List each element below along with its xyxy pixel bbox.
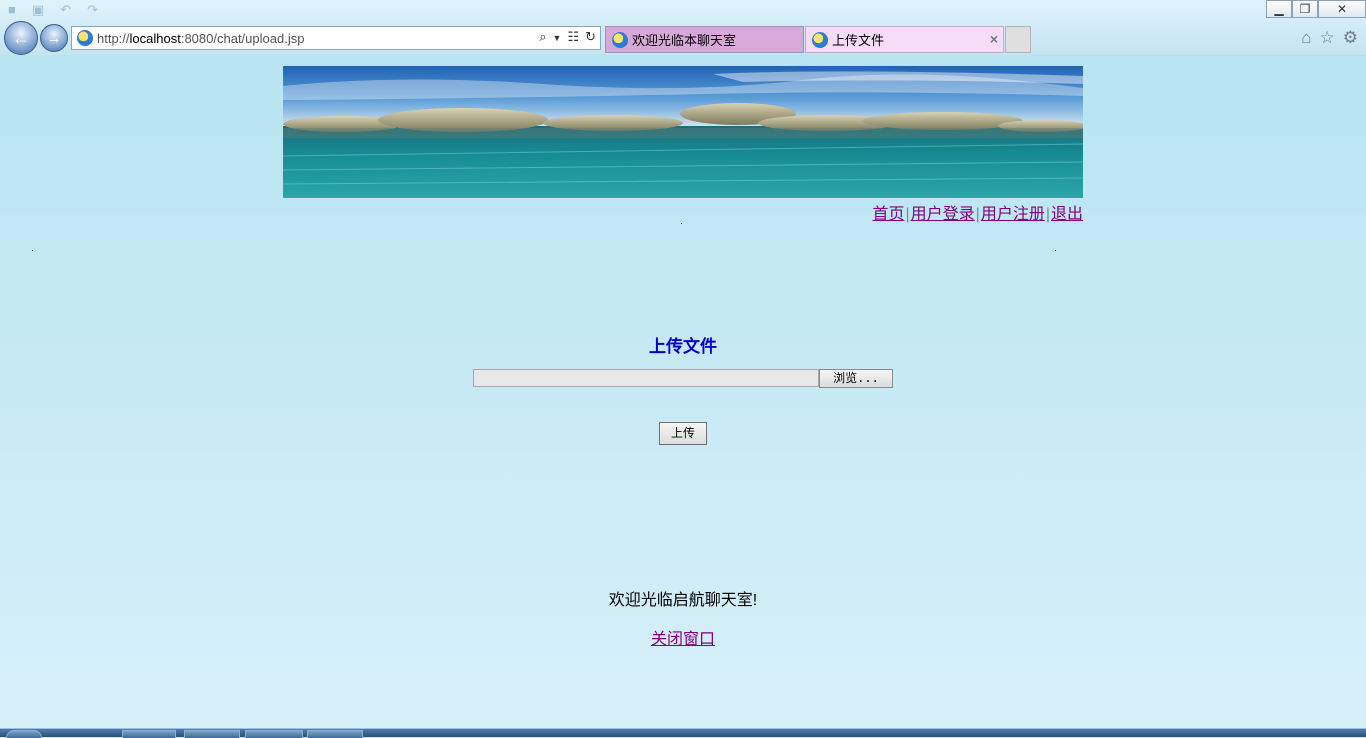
nav-separator: | [1045, 206, 1050, 223]
address-tools: ⌕ ▼ ☷ ↻ [539, 29, 596, 47]
forward-icon: → [46, 29, 62, 47]
nav-separator: | [905, 206, 910, 223]
tab-upload[interactable]: 上传文件 × [805, 26, 1004, 53]
dropdown-chevron-icon[interactable]: ▼ [553, 29, 562, 47]
restore-button[interactable]: ❐ [1292, 0, 1318, 18]
refresh-icon[interactable]: ↻ [585, 29, 596, 47]
address-url[interactable]: http://localhost:8080/chat/upload.jsp [97, 31, 304, 46]
banner-image [283, 66, 1083, 198]
redo-icon[interactable]: ↷ [87, 2, 98, 18]
stray-mark [681, 223, 682, 224]
top-nav: 首页|用户登录|用户注册|退出 [283, 200, 1083, 224]
upload-submit-button[interactable]: 上传 [659, 422, 707, 445]
search-icon[interactable]: ⌕ [539, 29, 546, 47]
ie-tab-icon [612, 31, 628, 48]
save-icon[interactable]: ▣ [32, 2, 44, 18]
stray-mark [32, 250, 33, 251]
page-content: 首页|用户登录|用户注册|退出 上传文件 浏览... 上传 欢迎光临启航聊天室!… [0, 55, 1366, 728]
back-button[interactable]: ← [4, 21, 38, 55]
nav-login-link[interactable]: 用户登录 [911, 206, 975, 223]
tab-welcome[interactable]: 欢迎光临本聊天室 [605, 26, 804, 53]
tab-label: 欢迎光临本聊天室 [632, 33, 737, 48]
taskbar-app-ie[interactable] [122, 730, 176, 738]
url-scheme: http:// [97, 30, 130, 46]
url-path: :8080/chat/upload.jsp [180, 30, 305, 46]
minimize-button[interactable]: ▁ [1266, 0, 1292, 18]
nav-register-link[interactable]: 用户注册 [981, 206, 1045, 223]
back-icon: ← [12, 27, 30, 48]
tab-label: 上传文件 [832, 33, 885, 48]
close-tab-icon[interactable]: × [990, 31, 998, 47]
browse-button[interactable]: 浏览... [819, 369, 893, 388]
quick-access-toolbar: ■ ▣ ↶ ↷ [8, 2, 98, 18]
welcome-text: 欢迎光临启航聊天室! [608, 592, 758, 609]
file-path-input[interactable] [473, 369, 819, 387]
taskbar-app-media[interactable] [245, 730, 303, 738]
app-icon: ■ [8, 2, 16, 17]
close-window-link[interactable]: 关闭窗口 [651, 631, 715, 648]
address-bar[interactable]: http://localhost:8080/chat/upload.jsp ⌕ … [71, 26, 601, 50]
url-host: localhost [129, 30, 181, 46]
nav-logout-link[interactable]: 退出 [1051, 206, 1083, 223]
start-button[interactable] [6, 730, 42, 738]
upload-title: 上传文件 [649, 337, 717, 356]
nav-home-link[interactable]: 首页 [872, 206, 904, 223]
browser-toolbar-icons: ⌂ ☆ ⚙ [1301, 28, 1358, 48]
tools-gear-icon[interactable]: ⚙ [1343, 28, 1358, 48]
undo-icon[interactable]: ↶ [60, 2, 71, 18]
ie-tab-icon [812, 31, 828, 48]
home-icon[interactable]: ⌂ [1301, 28, 1311, 48]
favorites-star-icon[interactable]: ☆ [1320, 28, 1335, 48]
window-controls: ▁ ❐ ✕ [1266, 0, 1366, 18]
forward-button[interactable]: → [40, 24, 68, 52]
browser-chrome: ■ ▣ ↶ ↷ ▁ ❐ ✕ ← → http://localhost:8080/… [0, 0, 1366, 56]
nav-separator: | [975, 206, 980, 223]
stray-mark [1055, 250, 1056, 251]
taskbar-app-other[interactable] [307, 730, 363, 738]
close-window-wrap: 关闭窗口 [0, 625, 1366, 649]
compat-view-icon[interactable]: ☷ [567, 29, 579, 47]
new-tab-button[interactable] [1005, 26, 1031, 53]
window-close-button[interactable]: ✕ [1318, 0, 1366, 18]
taskbar-app-explorer[interactable] [184, 730, 240, 738]
ie-page-icon [77, 30, 93, 46]
